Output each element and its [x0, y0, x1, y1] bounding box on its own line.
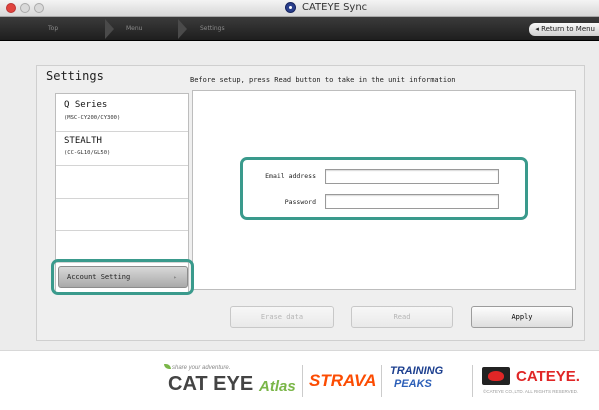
device-item-stealth[interactable]: STEALTH (CC-GL10/GL50) — [56, 132, 188, 166]
strava-logo[interactable]: STRAVA — [309, 371, 376, 391]
account-setting-button[interactable]: Account Setting ▸ — [58, 266, 188, 288]
device-model: (MSC-CY200/CY300) — [64, 115, 121, 121]
window-title-text: CATEYE Sync — [302, 2, 368, 13]
breadcrumb-bar: Top Menu Settings ◂ Return to Menu — [0, 17, 599, 41]
apply-button[interactable]: Apply — [471, 306, 573, 328]
partner-logo-footer: share your adventure. CAT EYE Atlas STRA… — [0, 350, 599, 410]
atlas-leaf-icon — [164, 364, 171, 369]
logo-divider — [381, 365, 382, 397]
logo-divider — [302, 365, 303, 397]
atlas-brand-text: CAT EYE — [168, 373, 254, 395]
cateye-logo: CATEYE. — [516, 368, 580, 385]
read-button[interactable]: Read — [351, 306, 453, 328]
breadcrumb-separator-icon — [105, 19, 114, 39]
atlas-logo-text: Atlas — [259, 378, 296, 395]
copyright-text: ©CATEYE CO.,LTD. ALL RIGHTS RESERVED. — [483, 389, 579, 394]
minimize-window-button[interactable] — [20, 3, 30, 13]
chevron-right-icon: ▸ — [173, 274, 177, 281]
device-item-empty — [56, 199, 188, 231]
email-label: Email address — [265, 172, 316, 180]
breadcrumb-settings: Settings — [200, 25, 225, 32]
email-field[interactable] — [325, 169, 499, 184]
breadcrumb-separator-icon — [178, 19, 187, 39]
instruction-text: Before setup, press Read button to take … — [190, 76, 456, 84]
device-item-q-series[interactable]: Q Series (MSC-CY200/CY300) — [56, 94, 188, 132]
account-setting-label: Account Setting — [67, 273, 131, 281]
cateye-cat-icon — [482, 367, 510, 385]
erase-data-button[interactable]: Erase data — [230, 306, 334, 328]
account-form-highlight — [240, 157, 528, 220]
device-name: Q Series — [64, 100, 108, 110]
return-to-menu-button[interactable]: ◂ Return to Menu — [529, 23, 599, 36]
device-item-empty — [56, 166, 188, 199]
breadcrumb-menu[interactable]: Menu — [126, 17, 142, 41]
password-field[interactable] — [325, 194, 499, 209]
device-name: STEALTH — [64, 136, 102, 146]
device-model: (CC-GL10/GL50) — [64, 150, 111, 156]
password-label: Password — [284, 198, 316, 206]
atlas-tagline: share your adventure. — [172, 365, 231, 371]
breadcrumb-top[interactable]: Top — [48, 17, 58, 41]
training-peaks-logo-line1[interactable]: TRAINING — [390, 365, 443, 377]
close-window-button[interactable] — [6, 3, 16, 13]
zoom-window-button[interactable] — [34, 3, 44, 13]
cateye-sync-icon — [285, 2, 296, 13]
window-title: CATEYE Sync — [285, 2, 367, 13]
title-bar: CATEYE Sync — [0, 0, 599, 17]
logo-divider — [472, 365, 473, 397]
app-window: CATEYE Sync Top Menu Settings ◂ Return t… — [0, 0, 599, 410]
page-title: Settings — [46, 69, 104, 83]
training-peaks-logo-line2[interactable]: PEAKS — [394, 378, 432, 390]
